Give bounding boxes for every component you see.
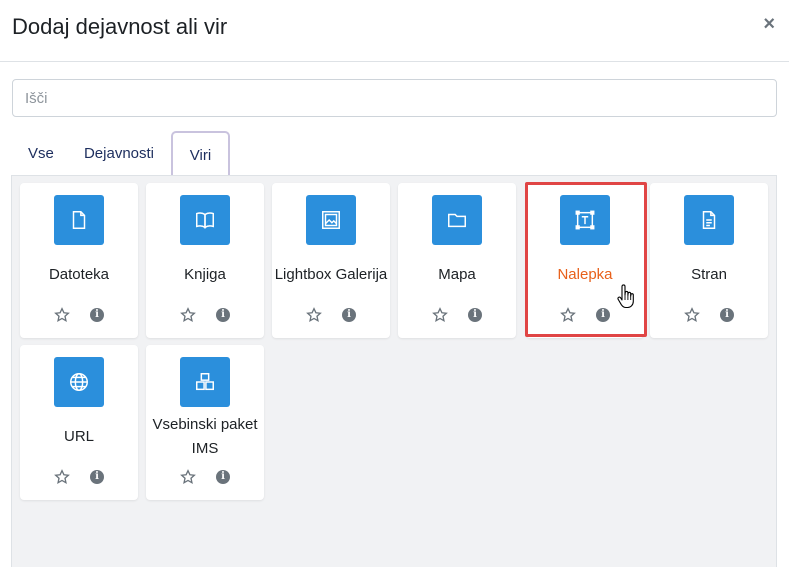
star-icon[interactable] xyxy=(54,307,70,323)
info-icon[interactable]: i xyxy=(342,308,356,322)
resource-card-ims-package[interactable]: Vsebinski paket IMS i xyxy=(146,345,264,500)
resource-label: Stran xyxy=(691,266,727,283)
dialog-title: Dodaj dejavnost ali vir xyxy=(12,14,228,39)
text-label-icon xyxy=(560,195,610,245)
resource-card-knjiga[interactable]: Knjiga i xyxy=(146,183,264,338)
info-icon[interactable]: i xyxy=(216,308,230,322)
resource-label: Knjiga xyxy=(184,266,226,283)
info-icon[interactable]: i xyxy=(90,470,104,484)
star-icon[interactable] xyxy=(180,469,196,485)
star-icon[interactable] xyxy=(684,307,700,323)
star-icon[interactable] xyxy=(306,307,322,323)
book-icon xyxy=(180,195,230,245)
dialog-header: Dodaj dejavnost ali vir × xyxy=(0,0,789,62)
star-icon[interactable] xyxy=(180,307,196,323)
info-icon[interactable]: i xyxy=(90,308,104,322)
resource-label: Nalepka xyxy=(557,266,613,283)
resource-card-lightbox-galerija[interactable]: Lightbox Galerija i xyxy=(272,183,390,338)
resource-card-stran[interactable]: Stran i xyxy=(650,183,768,338)
image-gallery-icon xyxy=(306,195,356,245)
resource-label: Datoteka xyxy=(48,266,110,283)
info-icon[interactable]: i xyxy=(720,308,734,322)
info-icon[interactable]: i xyxy=(216,470,230,484)
tab-all[interactable]: Vse xyxy=(12,131,68,176)
resource-label: Lightbox Galerija xyxy=(274,266,388,283)
tab-activities[interactable]: Dejavnosti xyxy=(74,131,164,176)
file-icon xyxy=(54,195,104,245)
package-icon xyxy=(180,357,230,407)
resource-card-datoteka[interactable]: Datoteka i xyxy=(20,183,138,338)
globe-icon xyxy=(54,357,104,407)
search-input[interactable] xyxy=(12,79,777,117)
star-icon[interactable] xyxy=(560,307,576,323)
resource-grid: Datoteka i Knjiga i Lightbox Galerija i … xyxy=(11,175,777,567)
page-icon xyxy=(684,195,734,245)
folder-icon xyxy=(432,195,482,245)
resource-label: Vsebinski paket IMS xyxy=(152,416,258,457)
close-icon[interactable]: × xyxy=(763,12,775,36)
resource-label: Mapa xyxy=(438,266,476,283)
info-icon[interactable]: i xyxy=(468,308,482,322)
resource-card-mapa[interactable]: Mapa i xyxy=(398,183,516,338)
info-icon[interactable]: i xyxy=(596,308,610,322)
resource-card-url[interactable]: URL i xyxy=(20,345,138,500)
tab-resources[interactable]: Viri xyxy=(171,131,230,177)
resource-label: URL xyxy=(63,428,94,445)
resource-card-nalepka[interactable]: Nalepka i xyxy=(526,183,644,338)
star-icon[interactable] xyxy=(432,307,448,323)
star-icon[interactable] xyxy=(54,469,70,485)
